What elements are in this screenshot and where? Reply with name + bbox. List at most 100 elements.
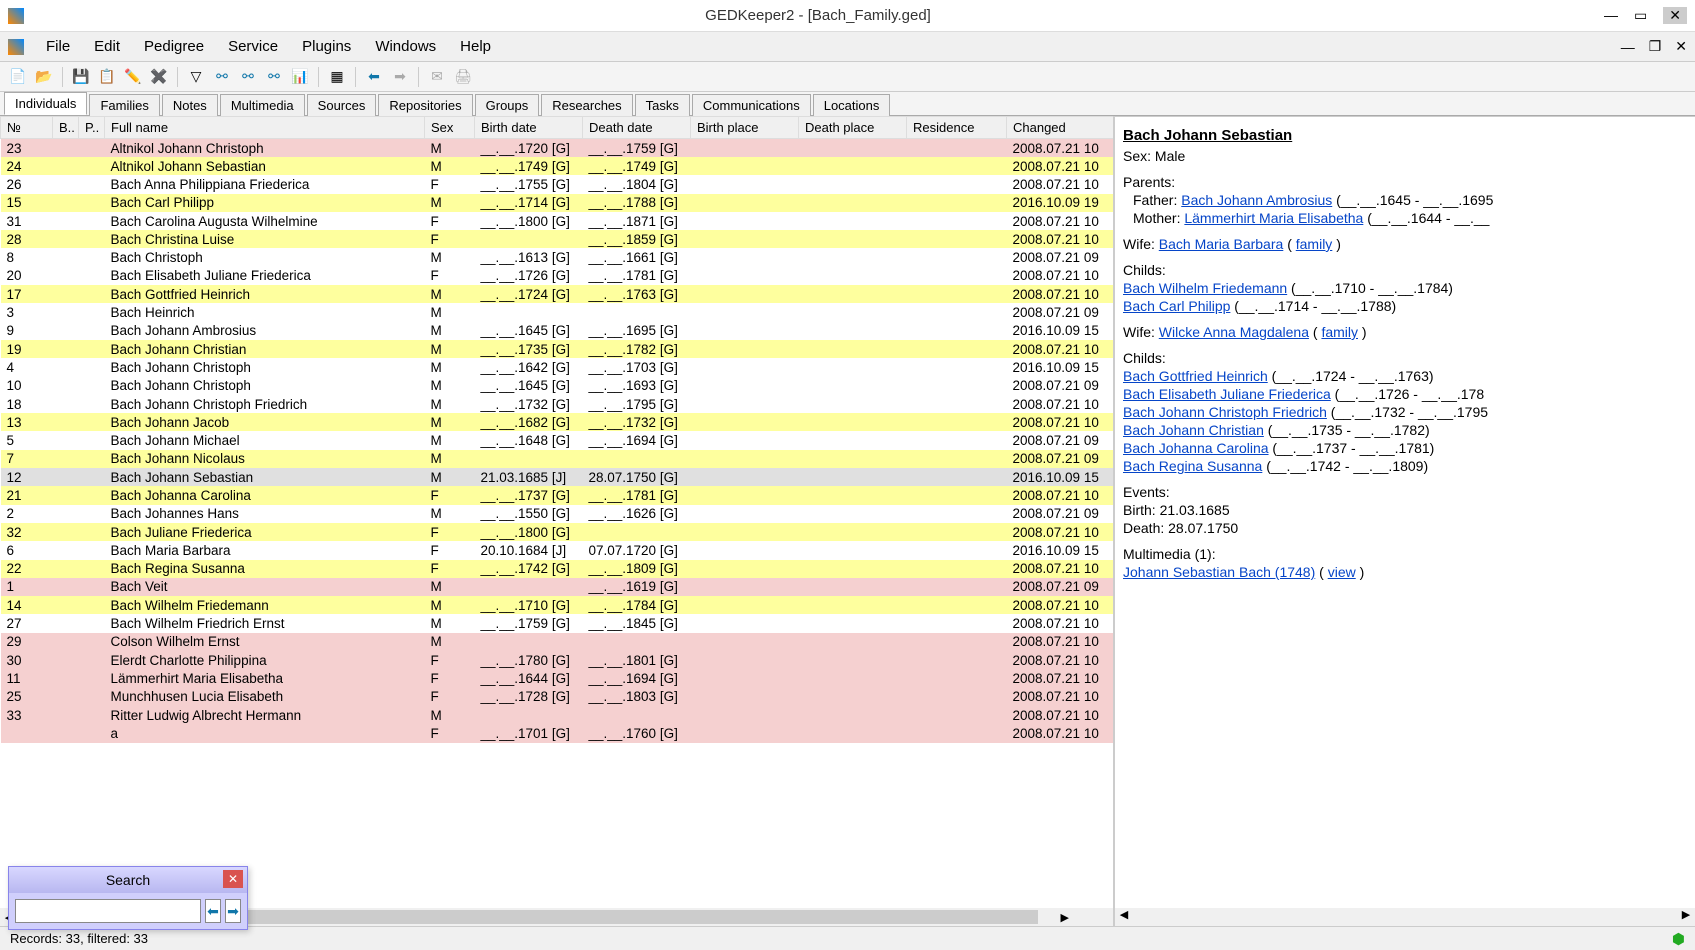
- child6-link[interactable]: Bach Johann Christian: [1123, 422, 1264, 438]
- table-row[interactable]: 27Bach Wilhelm Friedrich ErnstM__.__.175…: [1, 614, 1116, 632]
- window-maximize-button[interactable]: ▭: [1634, 7, 1647, 24]
- col-birthdate[interactable]: Birth date: [475, 117, 583, 139]
- mdi-close-button[interactable]: ✕: [1675, 38, 1687, 55]
- tree-both-button[interactable]: ⚯: [262, 65, 286, 89]
- table-row[interactable]: 3Bach HeinrichM2008.07.21 09: [1, 303, 1116, 321]
- child8-link[interactable]: Bach Regina Susanna: [1123, 458, 1262, 474]
- col-p[interactable]: P..: [79, 117, 105, 139]
- table-row[interactable]: 13Bach Johann JacobM__.__.1682 [G]__.__.…: [1, 413, 1116, 431]
- table-row[interactable]: 23Altnikol Johann ChristophM__.__.1720 […: [1, 139, 1116, 158]
- table-row[interactable]: 17Bach Gottfried HeinrichM__.__.1724 [G]…: [1, 285, 1116, 303]
- detail-scroll-right-icon[interactable]: ▶: [1677, 908, 1695, 926]
- print-button[interactable]: 🖨: [451, 65, 475, 89]
- table-row[interactable]: 32Bach Juliane FriedericaF__.__.1800 [G]…: [1, 523, 1116, 541]
- tab-tasks[interactable]: Tasks: [635, 94, 690, 116]
- window-close-button[interactable]: ✕: [1663, 7, 1687, 24]
- open-file-button[interactable]: 📂: [32, 65, 56, 89]
- table-row[interactable]: 21Bach Johanna CarolinaF__.__.1737 [G]__…: [1, 486, 1116, 504]
- search-dialog-title[interactable]: Search ✕: [9, 867, 247, 893]
- tab-individuals[interactable]: Individuals: [4, 92, 87, 115]
- table-row[interactable]: 6Bach Maria BarbaraF20.10.1684 [J]07.07.…: [1, 541, 1116, 559]
- table-row[interactable]: 28Bach Christina LuiseF__.__.1859 [G]200…: [1, 230, 1116, 248]
- table-options-button[interactable]: ▦: [325, 65, 349, 89]
- tab-notes[interactable]: Notes: [162, 94, 218, 116]
- tab-researches[interactable]: Researches: [541, 94, 632, 116]
- table-row[interactable]: 7Bach Johann NicolausM2008.07.21 09: [1, 450, 1116, 468]
- table-row[interactable]: 18Bach Johann Christoph FriedrichM__.__.…: [1, 395, 1116, 413]
- tab-repositories[interactable]: Repositories: [378, 94, 472, 116]
- child2-link[interactable]: Bach Carl Philipp: [1123, 298, 1230, 314]
- col-b[interactable]: B..: [53, 117, 79, 139]
- stats-button[interactable]: 📊: [288, 65, 312, 89]
- menu-edit[interactable]: Edit: [82, 35, 132, 58]
- family2-link[interactable]: family: [1321, 324, 1358, 340]
- nav-forward-button[interactable]: ➡: [388, 65, 412, 89]
- add-record-button[interactable]: 📋: [95, 65, 119, 89]
- filter-button[interactable]: ▽: [184, 65, 208, 89]
- tree-ancestors-button[interactable]: ⚯: [210, 65, 234, 89]
- table-row[interactable]: 4Bach Johann ChristophM__.__.1642 [G]__.…: [1, 358, 1116, 376]
- col-birthplace[interactable]: Birth place: [691, 117, 799, 139]
- individuals-grid[interactable]: № B.. P.. Full name Sex Birth date Death…: [0, 116, 1115, 743]
- tab-communications[interactable]: Communications: [692, 94, 811, 116]
- search-prev-button[interactable]: ⬅: [205, 899, 221, 923]
- send-mail-button[interactable]: ✉: [425, 65, 449, 89]
- search-close-button[interactable]: ✕: [223, 870, 243, 888]
- tab-sources[interactable]: Sources: [307, 94, 377, 116]
- new-file-button[interactable]: 📄: [6, 65, 30, 89]
- nav-back-button[interactable]: ⬅: [362, 65, 386, 89]
- col-sex[interactable]: Sex: [425, 117, 475, 139]
- table-row[interactable]: 10Bach Johann ChristophM__.__.1645 [G]__…: [1, 377, 1116, 395]
- table-row[interactable]: 29Colson Wilhelm ErnstM2008.07.21 10: [1, 633, 1116, 651]
- table-row[interactable]: 26Bach Anna Philippiana FriedericaF__.__…: [1, 175, 1116, 193]
- col-number[interactable]: №: [1, 117, 53, 139]
- col-deathdate[interactable]: Death date: [583, 117, 691, 139]
- child7-link[interactable]: Bach Johanna Carolina: [1123, 440, 1269, 456]
- father-link[interactable]: Bach Johann Ambrosius: [1181, 192, 1332, 208]
- table-row[interactable]: 24Altnikol Johann SebastianM__.__.1749 […: [1, 157, 1116, 175]
- table-row[interactable]: 31Bach Carolina Augusta WilhelmineF__.__…: [1, 212, 1116, 230]
- window-minimize-button[interactable]: —: [1604, 7, 1618, 24]
- table-row[interactable]: 12Bach Johann SebastianM21.03.1685 [J]28…: [1, 468, 1116, 486]
- child1-link[interactable]: Bach Wilhelm Friedemann: [1123, 280, 1287, 296]
- col-fullname[interactable]: Full name: [105, 117, 425, 139]
- col-deathplace[interactable]: Death place: [799, 117, 907, 139]
- tab-groups[interactable]: Groups: [475, 94, 540, 116]
- table-row[interactable]: 5Bach Johann MichaelM__.__.1648 [G]__.__…: [1, 431, 1116, 449]
- table-row[interactable]: 19Bach Johann ChristianM__.__.1735 [G]__…: [1, 340, 1116, 358]
- edit-record-button[interactable]: ✏️: [121, 65, 145, 89]
- tab-multimedia[interactable]: Multimedia: [220, 94, 305, 116]
- child5-link[interactable]: Bach Johann Christoph Friedrich: [1123, 404, 1327, 420]
- family1-link[interactable]: family: [1296, 236, 1333, 252]
- table-row[interactable]: 14Bach Wilhelm FriedemannM__.__.1710 [G]…: [1, 596, 1116, 614]
- mother-link[interactable]: Lämmerhirt Maria Elisabetha: [1184, 210, 1363, 226]
- wife1-link[interactable]: Bach Maria Barbara: [1159, 236, 1284, 252]
- delete-record-button[interactable]: ✖️: [147, 65, 171, 89]
- multimedia1-link[interactable]: Johann Sebastian Bach (1748): [1123, 564, 1315, 580]
- menu-plugins[interactable]: Plugins: [290, 35, 363, 58]
- detail-horizontal-scrollbar[interactable]: ◀ ▶: [1115, 908, 1695, 926]
- wife2-link[interactable]: Wilcke Anna Magdalena: [1159, 324, 1309, 340]
- table-row[interactable]: 2Bach Johannes HansM__.__.1550 [G]__.__.…: [1, 505, 1116, 523]
- table-row[interactable]: 8Bach ChristophM__.__.1613 [G]__.__.1661…: [1, 248, 1116, 266]
- search-next-button[interactable]: ➡: [225, 899, 241, 923]
- menu-file[interactable]: File: [34, 35, 82, 58]
- tree-descendants-button[interactable]: ⚯: [236, 65, 260, 89]
- table-row[interactable]: 9Bach Johann AmbrosiusM__.__.1645 [G]__.…: [1, 322, 1116, 340]
- col-residence[interactable]: Residence: [907, 117, 1007, 139]
- view-link[interactable]: view: [1328, 564, 1356, 580]
- table-row[interactable]: 22Bach Regina SusannaF__.__.1742 [G]__._…: [1, 560, 1116, 578]
- child3-link[interactable]: Bach Gottfried Heinrich: [1123, 368, 1268, 384]
- table-row[interactable]: aF__.__.1701 [G]__.__.1760 [G]2008.07.21…: [1, 724, 1116, 742]
- table-row[interactable]: 33Ritter Ludwig Albrecht HermannM2008.07…: [1, 706, 1116, 724]
- col-changed[interactable]: Changed: [1007, 117, 1116, 139]
- menu-help[interactable]: Help: [448, 35, 503, 58]
- menu-service[interactable]: Service: [216, 35, 290, 58]
- mdi-minimize-button[interactable]: —: [1621, 39, 1635, 55]
- child4-link[interactable]: Bach Elisabeth Juliane Friederica: [1123, 386, 1331, 402]
- search-input[interactable]: [15, 899, 201, 923]
- table-row[interactable]: 11Lämmerhirt Maria ElisabethaF__.__.1644…: [1, 669, 1116, 687]
- detail-scroll-left-icon[interactable]: ◀: [1115, 908, 1133, 926]
- table-row[interactable]: 30Elerdt Charlotte PhilippinaF__.__.1780…: [1, 651, 1116, 669]
- table-row[interactable]: 15Bach Carl PhilippM__.__.1714 [G]__.__.…: [1, 194, 1116, 212]
